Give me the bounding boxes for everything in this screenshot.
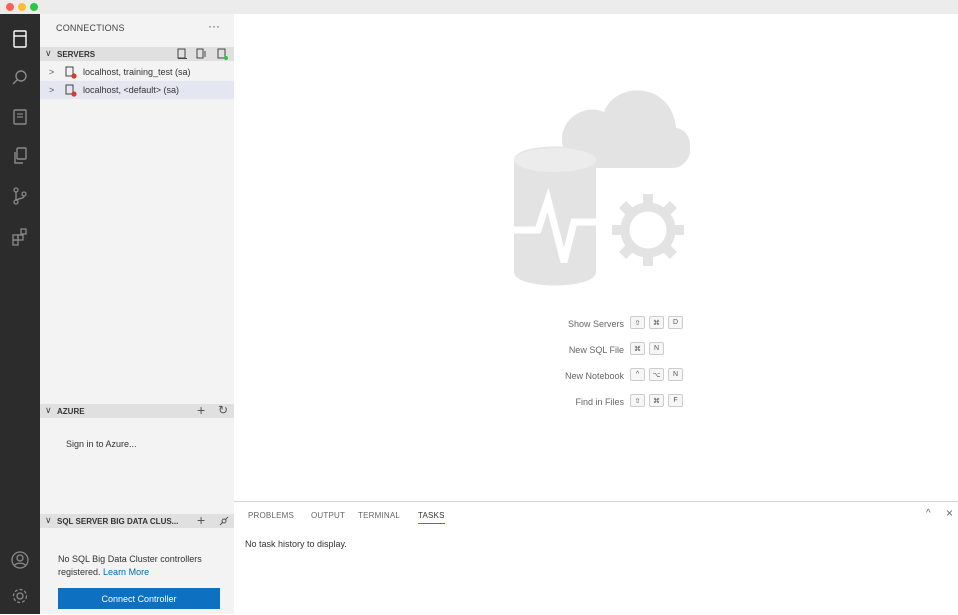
server-tree-item[interactable]: > localhost, <default> (sa) — [40, 81, 234, 99]
keycap: ⌥ — [649, 368, 664, 381]
explorer-icon[interactable] — [8, 144, 32, 168]
sign-in-azure-link[interactable]: Sign in to Azure... — [66, 439, 137, 449]
chevron-down-icon: ∨ — [45, 48, 52, 58]
server-label: localhost, training_test (sa) — [83, 67, 191, 77]
shortcut-show-servers[interactable]: Show Servers ⇧ ⌘ D — [504, 314, 754, 340]
shortcut-new-sql-file[interactable]: New SQL File ⌘ N — [504, 340, 754, 366]
welcome-shortcuts: Show Servers ⇧ ⌘ D New SQL File ⌘ N New … — [504, 314, 754, 418]
keycap: N — [668, 368, 683, 381]
window-titlebar — [0, 0, 958, 14]
notebook-icon[interactable] — [8, 105, 32, 129]
shortcut-label: Find in Files — [575, 397, 624, 407]
activity-bar — [0, 14, 40, 614]
close-panel-icon[interactable]: × — [946, 506, 953, 520]
add-icon[interactable]: + — [197, 512, 205, 528]
source-control-icon[interactable] — [8, 184, 32, 208]
servers-section-header[interactable]: ∨ SERVERS — [40, 47, 234, 61]
chevron-down-icon: ∨ — [45, 515, 52, 525]
servers-section-label: SERVERS — [57, 50, 96, 59]
bdc-section-header[interactable]: ∨ SQL SERVER BIG DATA CLUS... + — [40, 512, 234, 528]
bdc-empty-message: No SQL Big Data Cluster controllers regi… — [58, 553, 228, 579]
keycap: F — [668, 394, 683, 407]
chevron-right-icon[interactable]: > — [49, 67, 54, 77]
settings-gear-icon[interactable] — [8, 584, 32, 608]
keycap: ⇧ — [630, 394, 645, 407]
add-icon[interactable]: + — [197, 402, 205, 418]
keycap: ⌘ — [649, 316, 664, 329]
bdc-section-label: SQL SERVER BIG DATA CLUS... — [57, 517, 179, 526]
extensions-icon[interactable] — [8, 225, 32, 249]
server-disconnected-icon — [65, 66, 77, 79]
server-disconnected-icon — [65, 84, 77, 97]
window-zoom-button[interactable] — [30, 3, 38, 11]
azure-section-label: AZURE — [57, 407, 85, 416]
new-server-group-icon[interactable] — [196, 48, 208, 60]
azure-data-studio-watermark-icon — [508, 90, 690, 286]
keycap: D — [668, 316, 683, 329]
server-tree-item[interactable]: > localhost, training_test (sa) — [40, 63, 234, 81]
shortcut-new-notebook[interactable]: New Notebook ^ ⌥ N — [504, 366, 754, 392]
editor-area: Show Servers ⇧ ⌘ D New SQL File ⌘ N New … — [234, 14, 958, 501]
active-connections-icon[interactable] — [216, 48, 228, 60]
keycap: N — [649, 342, 664, 355]
shortcut-label: New Notebook — [564, 371, 624, 381]
server-label: localhost, <default> (sa) — [83, 85, 180, 95]
window-close-button[interactable] — [6, 3, 14, 11]
window-minimize-button[interactable] — [18, 3, 26, 11]
keycap: ⌘ — [649, 394, 664, 407]
maximize-panel-icon[interactable]: ^ — [926, 508, 931, 519]
chevron-down-icon: ∨ — [45, 405, 52, 415]
connect-controller-button[interactable]: Connect Controller — [58, 588, 220, 609]
shortcut-label: New SQL File — [568, 345, 624, 355]
keycap: ^ — [630, 368, 645, 381]
tab-tasks[interactable]: TASKS — [418, 511, 445, 524]
azure-section-header[interactable]: ∨ AZURE + ↻ — [40, 402, 234, 418]
connect-controller-icon[interactable] — [218, 515, 230, 527]
connections-sidebar: CONNECTIONS ··· ∨ SERVERS > localhost, t… — [40, 14, 234, 614]
chevron-right-icon[interactable]: > — [49, 85, 54, 95]
keycap: ⇧ — [630, 316, 645, 329]
learn-more-link[interactable]: Learn More — [103, 567, 149, 577]
task-history-message: No task history to display. — [245, 539, 347, 549]
bottom-panel: PROBLEMS OUTPUT TERMINAL TASKS ^ × No ta… — [234, 501, 958, 615]
new-connection-icon[interactable] — [176, 48, 188, 60]
tab-terminal[interactable]: TERMINAL — [358, 511, 400, 520]
more-actions-icon[interactable]: ··· — [208, 19, 220, 33]
servers-icon[interactable] — [8, 27, 32, 51]
sidebar-title: CONNECTIONS — [56, 23, 125, 33]
tab-output[interactable]: OUTPUT — [311, 511, 345, 520]
refresh-icon[interactable]: ↻ — [218, 403, 228, 417]
shortcut-find-in-files[interactable]: Find in Files ⇧ ⌘ F — [504, 392, 754, 418]
shortcut-label: Show Servers — [567, 319, 624, 329]
keycap: ⌘ — [630, 342, 645, 355]
tab-problems[interactable]: PROBLEMS — [248, 511, 294, 520]
account-icon[interactable] — [8, 548, 32, 572]
search-icon[interactable] — [8, 66, 32, 90]
